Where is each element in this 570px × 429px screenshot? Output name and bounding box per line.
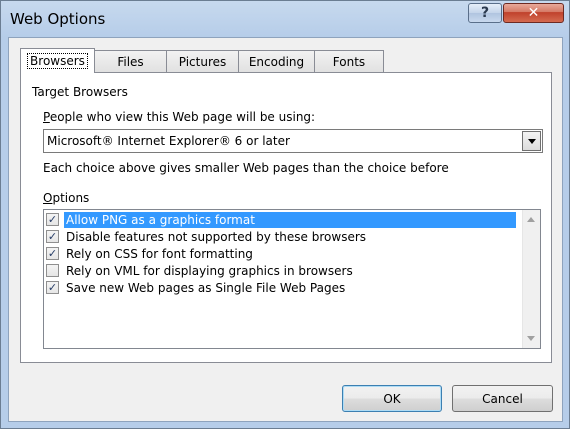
option-disable-unsupported[interactable]: ✓ Disable features not supported by thes…	[46, 228, 368, 245]
option-allow-png[interactable]: ✓ Allow PNG as a graphics format	[46, 211, 516, 228]
checkbox-rely-css[interactable]: ✓	[46, 247, 59, 260]
tab-pictures[interactable]: Pictures	[166, 50, 239, 72]
options-scrollbar[interactable]	[522, 210, 540, 348]
checkbox-single-file[interactable]: ✓	[46, 281, 59, 294]
cancel-button[interactable]: Cancel	[452, 385, 553, 412]
browsers-tab-panel: Target Browsers People who view this Web…	[20, 72, 552, 363]
option-label: Rely on VML for displaying graphics in b…	[66, 263, 353, 278]
dialog-client-area: Browsers Files Pictures Encoding Fonts T…	[8, 37, 563, 422]
scroll-up-icon[interactable]	[527, 217, 535, 222]
web-options-dialog: Web Options ? ✕ Browsers Files Pictures …	[0, 0, 570, 429]
tab-fonts[interactable]: Fonts	[314, 50, 384, 72]
option-label: Allow PNG as a graphics format	[64, 211, 516, 228]
window-title: Web Options	[10, 10, 106, 28]
chevron-down-icon	[527, 138, 536, 144]
target-browser-value: Microsoft® Internet Explorer® 6 or later	[47, 134, 290, 148]
option-label: Save new Web pages as Single File Web Pa…	[66, 280, 346, 295]
option-label: Disable features not supported by these …	[66, 229, 367, 244]
ok-button[interactable]: OK	[342, 385, 442, 412]
title-bar[interactable]: Web Options ? ✕	[1, 1, 569, 37]
help-icon: ?	[480, 5, 490, 21]
option-rely-vml[interactable]: Rely on VML for displaying graphics in b…	[46, 262, 355, 279]
checkmark-icon: ✓	[47, 213, 58, 226]
checkmark-icon: ✓	[47, 247, 58, 260]
tab-strip: Browsers Files Pictures Encoding Fonts	[20, 48, 384, 73]
close-button[interactable]: ✕	[503, 3, 564, 23]
checkbox-allow-png[interactable]: ✓	[46, 213, 59, 226]
option-rely-css[interactable]: ✓ Rely on CSS for font formatting	[46, 245, 255, 262]
target-browsers-heading: Target Browsers	[32, 85, 128, 99]
option-label: Rely on CSS for font formatting	[66, 246, 253, 261]
options-list[interactable]: ✓ Allow PNG as a graphics format ✓ Disab…	[43, 209, 541, 349]
browser-choice-hint: Each choice above gives smaller Web page…	[43, 161, 449, 175]
checkmark-icon: ✓	[47, 230, 58, 243]
scroll-down-icon[interactable]	[527, 336, 535, 341]
option-single-file[interactable]: ✓ Save new Web pages as Single File Web …	[46, 279, 347, 296]
tab-encoding[interactable]: Encoding	[238, 50, 315, 72]
tab-files[interactable]: Files	[94, 50, 167, 72]
target-browser-select[interactable]: Microsoft® Internet Explorer® 6 or later	[43, 129, 543, 153]
help-button[interactable]: ?	[468, 3, 502, 23]
checkbox-rely-vml[interactable]	[46, 264, 59, 277]
options-label: Options	[43, 191, 90, 205]
dropdown-button[interactable]	[522, 131, 541, 151]
people-using-label: People who view this Web page will be us…	[43, 110, 316, 124]
close-icon: ✕	[527, 5, 540, 21]
checkmark-icon: ✓	[47, 281, 58, 294]
checkbox-disable-unsupported[interactable]: ✓	[46, 230, 59, 243]
tab-browsers[interactable]: Browsers	[20, 48, 95, 73]
